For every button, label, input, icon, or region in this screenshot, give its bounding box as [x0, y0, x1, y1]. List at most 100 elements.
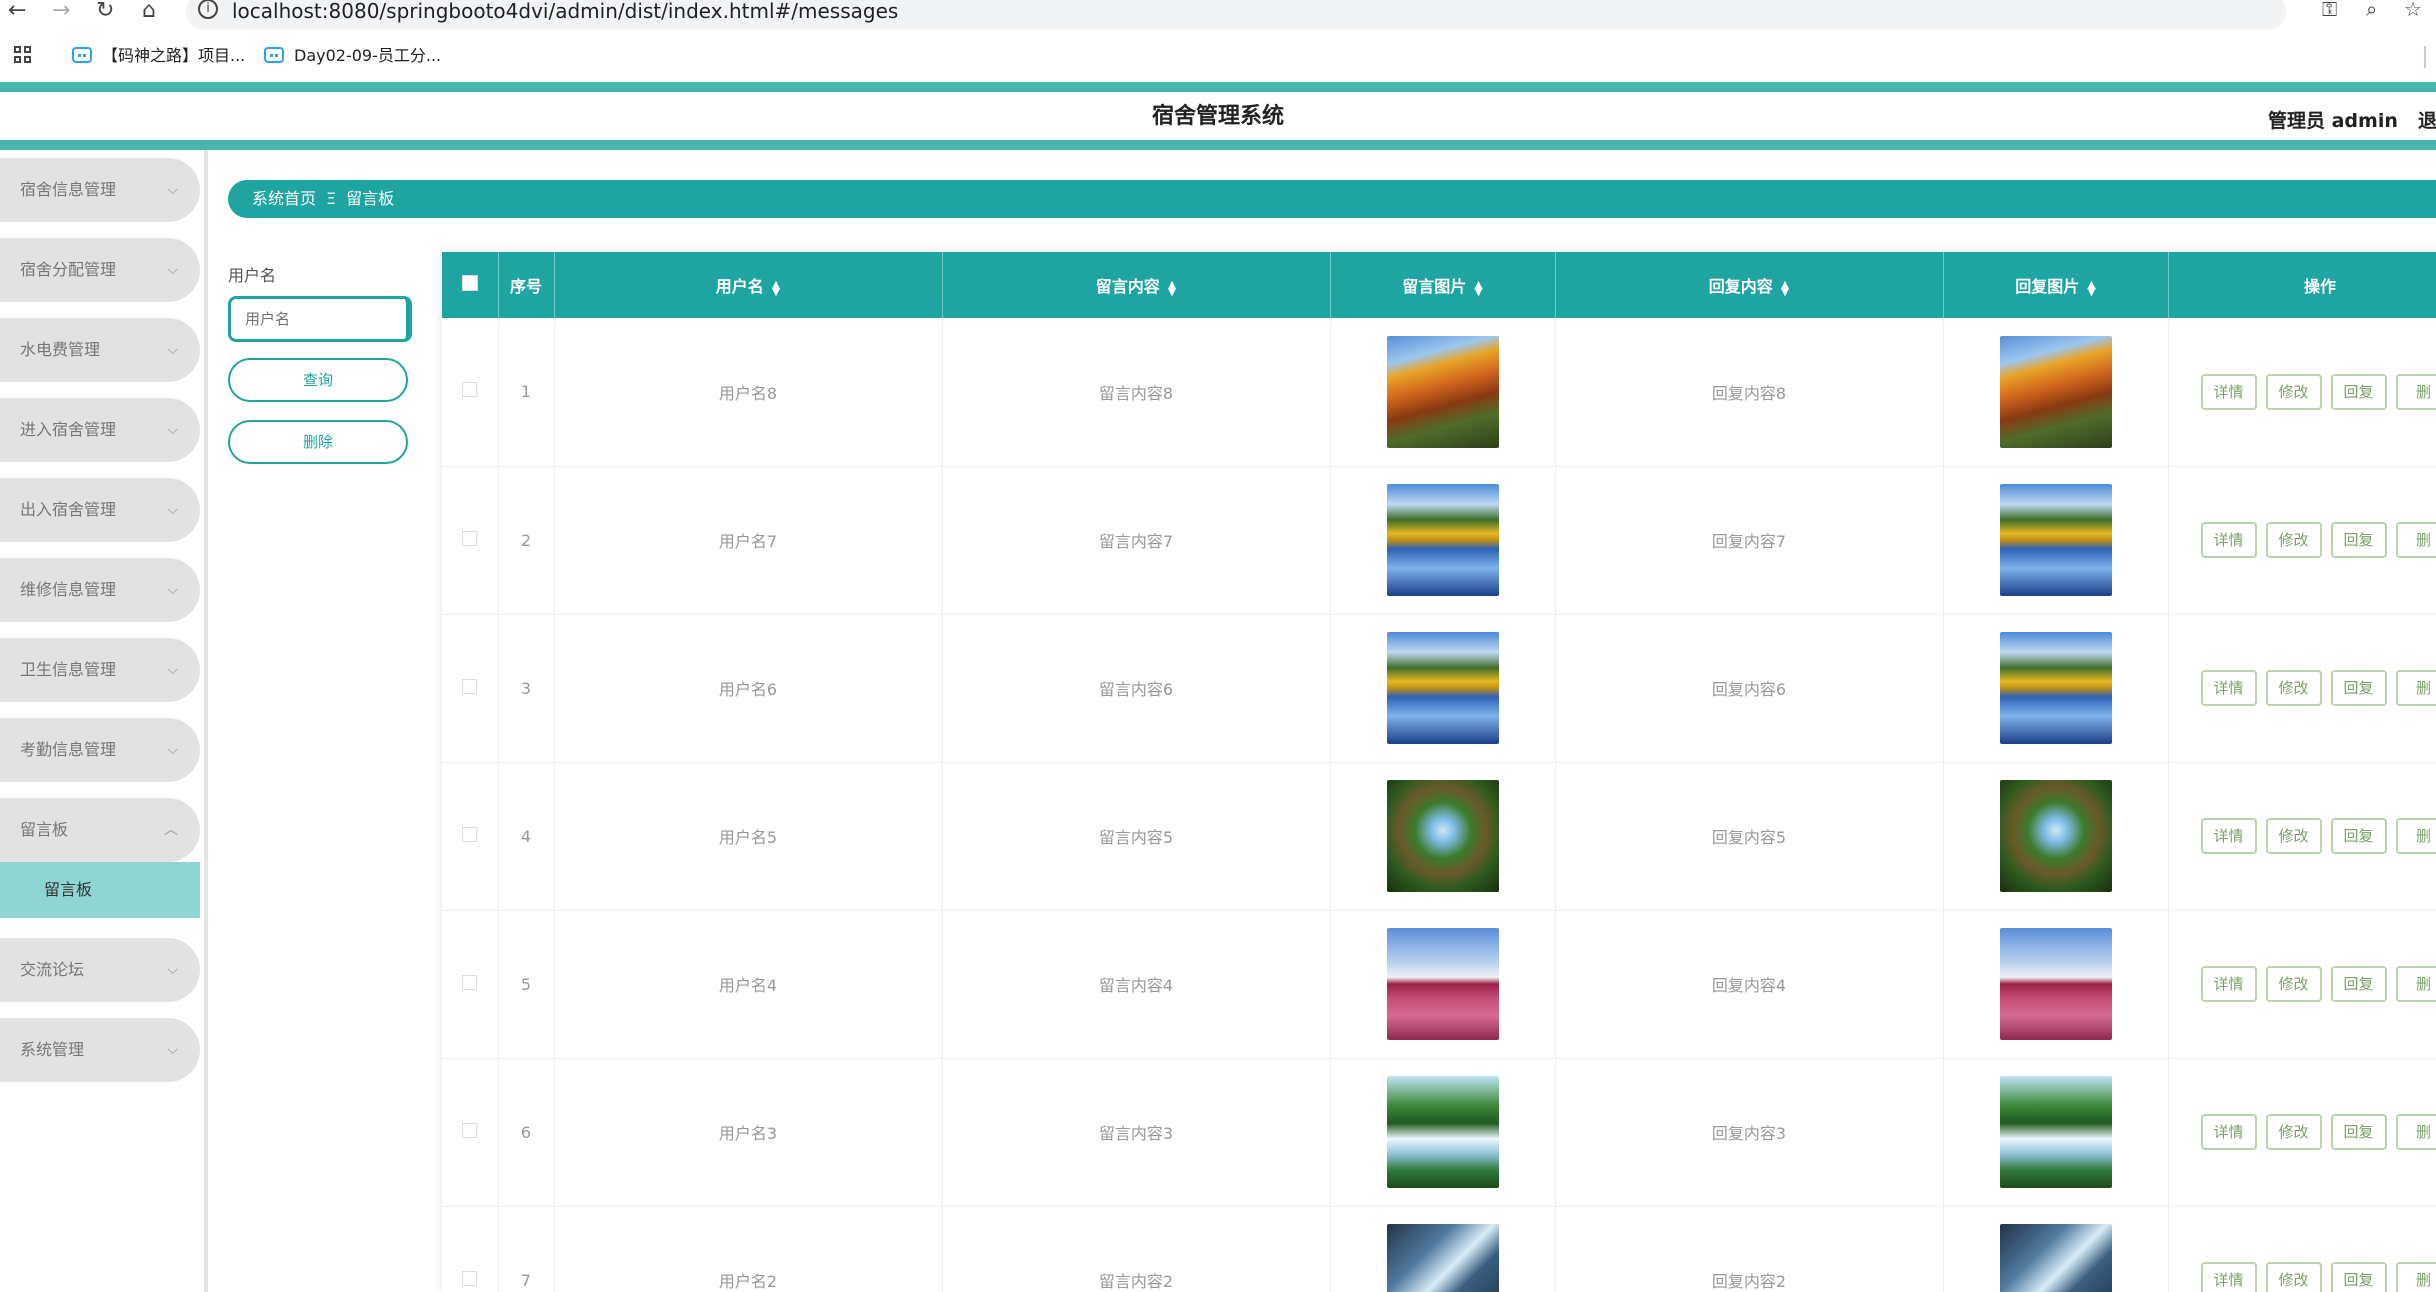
- bookmark-item[interactable]: 【码神之路】项目...: [72, 44, 245, 68]
- url-text[interactable]: localhost:8080/springbooto4dvi/admin/dis…: [232, 0, 898, 25]
- edit-button[interactable]: 修改: [2265, 522, 2322, 558]
- home-icon[interactable]: ⌂: [142, 0, 156, 26]
- message-image-thumbnail[interactable]: [1386, 780, 1499, 892]
- sidebar-item-utility-fees[interactable]: 水电费管理 ⌵: [0, 318, 200, 382]
- edit-button[interactable]: 修改: [2265, 818, 2322, 854]
- table-row: 7 用户名2 留言内容2 回复内容2 详情 修改 回复删: [442, 1206, 2436, 1292]
- reply-image-thumbnail[interactable]: [1999, 780, 2112, 892]
- edit-button[interactable]: 修改: [2265, 670, 2322, 706]
- zoom-icon[interactable]: ⌕: [2366, 0, 2377, 21]
- reply-image-thumbnail[interactable]: [1999, 928, 2112, 1040]
- reply-image-thumbnail[interactable]: [1999, 484, 2112, 596]
- row-checkbox[interactable]: [462, 974, 478, 990]
- message-image-thumbnail[interactable]: [1386, 335, 1499, 448]
- query-button[interactable]: 查询: [228, 358, 408, 402]
- sidebar-item-repair-info[interactable]: 维修信息管理 ⌵: [0, 558, 200, 622]
- row-delete-button[interactable]: 删: [2395, 373, 2436, 410]
- row-username: 用户名2: [554, 1206, 943, 1292]
- row-checkbox[interactable]: [462, 826, 478, 842]
- reply-image-thumbnail[interactable]: [1999, 1076, 2112, 1188]
- detail-button[interactable]: 详情: [2200, 670, 2257, 706]
- row-index: 6: [498, 1058, 555, 1207]
- header-reply-image[interactable]: 回复图片 ▲ ▼: [1943, 252, 2169, 318]
- detail-button[interactable]: 详情: [2200, 966, 2257, 1002]
- sort-icon[interactable]: ▲ ▼: [1781, 279, 1789, 297]
- apps-grid-icon[interactable]: [14, 46, 34, 66]
- header-actions: 操作: [2168, 252, 2436, 318]
- row-delete-button[interactable]: 删: [2395, 522, 2436, 558]
- sidebar-item-attendance[interactable]: 考勤信息管理 ⌵: [0, 718, 200, 782]
- reply-button[interactable]: 回复: [2330, 818, 2387, 854]
- select-all-checkbox[interactable]: [461, 275, 478, 291]
- row-index: 1: [498, 318, 555, 467]
- sort-icon[interactable]: ▲ ▼: [2087, 279, 2095, 297]
- message-image-thumbnail[interactable]: [1386, 1224, 1499, 1292]
- message-image-thumbnail[interactable]: [1386, 1076, 1499, 1188]
- messages-table: 序号 用户名 ▲ ▼ 留言内容 ▲ ▼ 留言图片 ▲ ▼ 回复内容 ▲ ▼ 回复图片 ▲ ▼ 操作 …: [442, 252, 2436, 1292]
- row-checkbox[interactable]: [462, 1122, 478, 1138]
- sidebar-item-dorm-info[interactable]: 宿舍信息管理 ⌵: [0, 158, 200, 222]
- bookmark-item[interactable]: Day02-09-员工分...: [264, 44, 441, 68]
- reply-button[interactable]: 回复: [2330, 1114, 2387, 1150]
- detail-button[interactable]: 详情: [2200, 373, 2257, 410]
- row-delete-button[interactable]: 删: [2395, 1262, 2436, 1292]
- sidebar-item-dorm-entry[interactable]: 进入宿舍管理 ⌵: [0, 398, 200, 462]
- row-checkbox[interactable]: [462, 678, 478, 694]
- breadcrumb-home[interactable]: 系统首页: [252, 189, 316, 208]
- reply-button[interactable]: 回复: [2330, 670, 2387, 706]
- row-delete-button[interactable]: 删: [2395, 670, 2436, 706]
- back-icon[interactable]: ←: [8, 0, 26, 26]
- sidebar-item-dorm-allocation[interactable]: 宿舍分配管理 ⌵: [0, 238, 200, 302]
- row-checkbox[interactable]: [462, 1270, 478, 1286]
- password-key-icon[interactable]: ⚿: [2322, 0, 2337, 21]
- chevron-down-icon: ⌵: [167, 1042, 178, 1058]
- edit-button[interactable]: 修改: [2265, 1262, 2322, 1292]
- reply-button[interactable]: 回复: [2330, 373, 2387, 410]
- delete-button[interactable]: 删除: [228, 420, 408, 464]
- sort-icon[interactable]: ▲ ▼: [1168, 279, 1176, 297]
- message-image-thumbnail[interactable]: [1386, 484, 1499, 596]
- edit-button[interactable]: 修改: [2265, 1114, 2322, 1150]
- row-delete-button[interactable]: 删: [2395, 966, 2436, 1002]
- reload-icon[interactable]: ↻: [96, 0, 114, 26]
- sidebar-subitem-message-board[interactable]: 留言板: [0, 862, 200, 918]
- row-content: 留言内容4: [942, 910, 1331, 1059]
- reply-button[interactable]: 回复: [2330, 1262, 2387, 1292]
- detail-button[interactable]: 详情: [2200, 1262, 2257, 1292]
- system-title: 宿舍管理系统: [1151, 104, 1284, 129]
- sidebar-item-dorm-access[interactable]: 出入宿舍管理 ⌵: [0, 478, 200, 542]
- reply-image-thumbnail[interactable]: [1999, 335, 2112, 448]
- reply-button[interactable]: 回复: [2330, 966, 2387, 1002]
- header-image[interactable]: 留言图片 ▲ ▼: [1330, 252, 1556, 318]
- bilibili-icon: [72, 47, 92, 63]
- detail-button[interactable]: 详情: [2200, 522, 2257, 558]
- username-search-input[interactable]: [228, 296, 412, 342]
- forward-icon[interactable]: →: [52, 0, 70, 26]
- sidebar-item-message-board[interactable]: 留言板 ︿: [0, 798, 200, 862]
- row-checkbox[interactable]: [462, 382, 478, 398]
- edit-button[interactable]: 修改: [2265, 966, 2322, 1002]
- row-checkbox[interactable]: [462, 530, 478, 546]
- header-reply[interactable]: 回复内容 ▲ ▼: [1555, 252, 1944, 318]
- message-image-thumbnail[interactable]: [1386, 928, 1499, 1040]
- message-image-thumbnail[interactable]: [1386, 632, 1499, 744]
- reply-button[interactable]: 回复: [2330, 522, 2387, 558]
- logout-link[interactable]: 退: [2418, 106, 2436, 133]
- site-info-icon[interactable]: i: [198, 0, 218, 19]
- detail-button[interactable]: 详情: [2200, 818, 2257, 854]
- row-delete-button[interactable]: 删: [2395, 1114, 2436, 1150]
- reply-image-thumbnail[interactable]: [1999, 632, 2112, 744]
- bookmark-star-icon[interactable]: ☆: [2404, 0, 2422, 21]
- sidebar-item-hygiene-info[interactable]: 卫生信息管理 ⌵: [0, 638, 200, 702]
- header-username[interactable]: 用户名 ▲ ▼: [554, 252, 943, 318]
- detail-button[interactable]: 详情: [2200, 1114, 2257, 1150]
- sidebar-item-system[interactable]: 系统管理 ⌵: [0, 1018, 200, 1082]
- header-content[interactable]: 留言内容 ▲ ▼: [942, 252, 1331, 318]
- reply-image-thumbnail[interactable]: [1999, 1224, 2112, 1292]
- sort-icon[interactable]: ▲ ▼: [1474, 279, 1482, 297]
- sort-icon[interactable]: ▲ ▼: [772, 279, 780, 297]
- row-reply: 回复内容5: [1555, 762, 1944, 911]
- row-delete-button[interactable]: 删: [2395, 818, 2436, 854]
- edit-button[interactable]: 修改: [2265, 373, 2322, 410]
- sidebar-item-forum[interactable]: 交流论坛 ⌵: [0, 938, 200, 1002]
